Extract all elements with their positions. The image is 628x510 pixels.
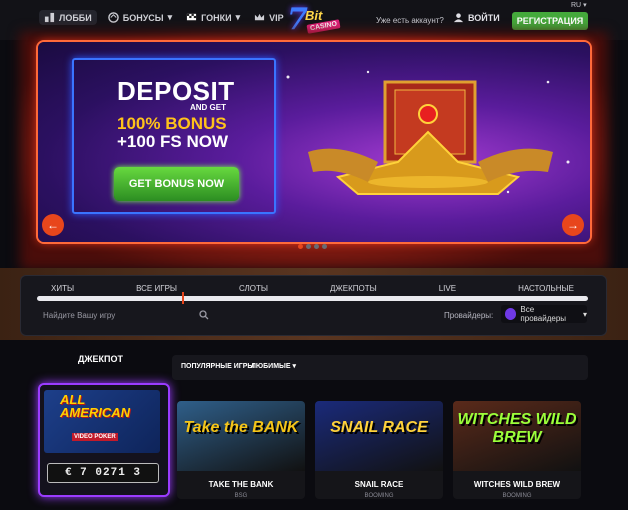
chevron-down-icon: ▾ <box>167 12 173 22</box>
nav-label-bonuses: БОНУСЫ <box>122 12 164 23</box>
tab-jackpots[interactable]: ДЖЕКПОТЫ <box>330 284 377 293</box>
search-icon[interactable] <box>199 310 209 320</box>
tab-live[interactable]: LIVE <box>439 284 456 293</box>
game-provider: BOOMING <box>502 493 532 499</box>
banner-bonus: 100% BONUS <box>117 114 227 133</box>
tab-favorites[interactable]: ЛЮБИМЫЕ ▾ <box>251 362 296 370</box>
banner-prev-arrow-icon[interactable]: ← <box>42 214 64 236</box>
account-question: Уже есть аккаунт? <box>376 16 444 25</box>
chevron-down-icon: ▾ <box>235 12 241 22</box>
tab-table[interactable]: НАСТОЛЬНЫЕ <box>518 284 574 293</box>
providers-dropdown[interactable]: Все провайдеры ▾ <box>501 305 587 323</box>
nav-label-vip: VIP <box>269 12 284 23</box>
nav-item-vip[interactable]: VIP <box>249 10 289 25</box>
chevron-down-icon: ▾ <box>582 309 587 319</box>
game-title: SNAIL RACE <box>354 480 404 489</box>
providers-label: Провайдеры: <box>444 311 494 320</box>
get-bonus-button[interactable]: GET BONUS NOW <box>114 167 239 201</box>
pagination-dot[interactable] <box>314 244 319 249</box>
tab-hits[interactable]: ХИТЫ <box>51 284 74 293</box>
game-art-title: SNAIL RACE <box>330 419 428 436</box>
nav-label-races: ГОНКИ <box>201 12 232 23</box>
jackpot-counter: € 7 0271 3 <box>47 463 159 483</box>
login-button[interactable]: ВОЙТИ <box>453 12 500 23</box>
pagination-dot[interactable] <box>306 244 311 249</box>
game-title: WITCHES WILD BREW <box>473 480 561 489</box>
game-card[interactable]: WITCHES WILD BREW WITCHES WILD BREW BOOM… <box>453 401 581 499</box>
game-provider: BSG <box>234 493 248 499</box>
pagination-dot[interactable] <box>298 244 303 249</box>
main-nav: ЛОББИ БОНУСЫ ▾ ГОНКИ ▾ VIP <box>39 10 289 25</box>
chevron-down-icon: ▾ <box>292 363 297 370</box>
tab-slots[interactable]: СЛОТЫ <box>239 284 268 293</box>
jackpot-logo-subtitle: VIDEO POKER <box>72 433 118 441</box>
providers-value: Все провайдеры <box>520 305 567 323</box>
language-selector[interactable]: RU ▾ <box>571 1 587 9</box>
logo-bit: Bit <box>305 8 323 23</box>
nav-item-bonuses[interactable]: БОНУСЫ ▾ <box>103 10 177 25</box>
game-provider: BOOMING <box>364 493 394 499</box>
game-card[interactable]: SNAIL RACE SNAIL RACE BOOMING <box>315 401 443 499</box>
jackpot-game-logo: ALL AMERICAN <box>60 393 130 419</box>
tab-favorites-label: ЛЮБИМЫЕ <box>251 363 291 370</box>
nav-item-races[interactable]: ГОНКИ ▾ <box>181 10 245 25</box>
search-placeholder: Найдите Вашу игру <box>43 310 116 320</box>
tab-popular-games[interactable]: ПОПУЛЯРНЫЕ ИГРЫ <box>181 363 254 370</box>
game-title: TAKE THE BANK <box>208 480 274 489</box>
nav-label-lobby: ЛОББИ <box>59 12 92 23</box>
jackpot-title: ДЖЕКПОТ <box>78 354 124 364</box>
jackpot-logo-line2: AMERICAN <box>60 405 131 420</box>
nav-item-lobby[interactable]: ЛОББИ <box>39 10 97 25</box>
banner-pagination <box>298 244 327 249</box>
crown-icon <box>255 13 265 21</box>
category-slider-track <box>37 296 588 301</box>
pagination-dot[interactable] <box>322 244 327 249</box>
register-button[interactable]: РЕГИСТРАЦИЯ <box>512 12 588 30</box>
tab-all-games[interactable]: ВСЕ ИГРЫ <box>136 284 177 293</box>
login-label: ВОЙТИ <box>468 12 500 23</box>
category-tabs: ХИТЫ ВСЕ ИГРЫ СЛОТЫ ДЖЕКПОТЫ LIVE НАСТОЛ… <box>20 284 605 293</box>
user-icon <box>453 13 464 23</box>
game-art-title: Take the BANK <box>183 419 299 436</box>
search-input[interactable]: Найдите Вашу игру <box>37 307 215 323</box>
banner-next-arrow-icon[interactable]: → <box>562 214 584 236</box>
category-slider-indicator <box>182 292 184 304</box>
flag-icon <box>187 13 197 21</box>
game-card[interactable]: Take the BANK TAKE THE BANK BSG <box>177 401 305 499</box>
game-art-title: WITCHES WILD BREW <box>457 411 577 446</box>
provider-logo-icon <box>505 308 517 320</box>
language-label: RU <box>571 2 582 9</box>
lobby-icon <box>44 12 55 23</box>
banner-and-get: AND GET <box>190 103 226 112</box>
bonus-icon <box>107 12 119 23</box>
banner-free-spins: +100 FS NOW <box>117 132 229 151</box>
